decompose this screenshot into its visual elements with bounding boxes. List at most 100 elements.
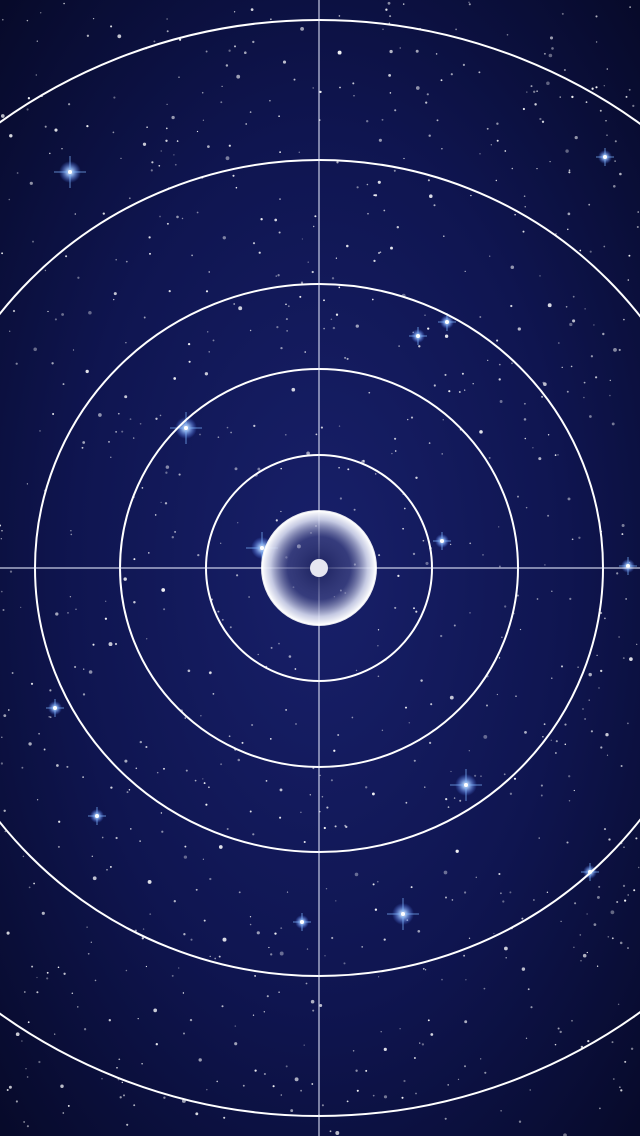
small-star bbox=[26, 19, 29, 22]
small-star bbox=[479, 153, 481, 155]
small-star bbox=[191, 254, 193, 257]
small-star bbox=[394, 606, 397, 609]
small-star bbox=[588, 672, 592, 677]
small-star bbox=[51, 362, 54, 365]
small-star bbox=[523, 402, 526, 405]
small-star bbox=[579, 249, 582, 252]
small-star bbox=[77, 276, 80, 279]
small-star bbox=[63, 972, 66, 975]
small-star bbox=[293, 78, 296, 81]
small-star bbox=[546, 891, 549, 893]
small-star bbox=[347, 468, 350, 471]
small-star bbox=[205, 290, 209, 293]
small-star bbox=[543, 723, 546, 726]
small-star bbox=[344, 356, 347, 359]
small-star bbox=[611, 937, 614, 940]
small-star bbox=[285, 318, 288, 321]
small-star bbox=[480, 1058, 482, 1060]
small-star bbox=[607, 936, 610, 938]
small-star bbox=[63, 2, 65, 5]
small-star bbox=[518, 1120, 522, 1123]
small-star bbox=[605, 120, 607, 122]
small-star bbox=[636, 643, 638, 645]
small-star bbox=[381, 118, 384, 121]
small-star bbox=[595, 15, 598, 18]
small-star bbox=[571, 95, 574, 99]
small-star bbox=[320, 426, 323, 429]
small-star bbox=[67, 611, 69, 614]
small-star bbox=[54, 1033, 56, 1035]
small-star bbox=[233, 11, 236, 13]
small-star bbox=[123, 577, 127, 581]
center-marker[interactable] bbox=[261, 510, 377, 626]
small-star bbox=[278, 115, 280, 118]
star-field-radar bbox=[0, 0, 640, 1136]
small-star bbox=[427, 1019, 430, 1022]
small-star bbox=[555, 740, 558, 743]
small-star bbox=[319, 774, 321, 777]
small-star bbox=[300, 1089, 302, 1092]
small-star bbox=[415, 49, 419, 53]
small-star bbox=[487, 359, 489, 362]
small-star bbox=[46, 971, 49, 974]
small-star bbox=[627, 722, 629, 725]
small-star bbox=[20, 606, 22, 609]
small-star bbox=[22, 855, 25, 858]
small-star bbox=[130, 828, 132, 830]
small-star bbox=[564, 723, 567, 726]
small-star bbox=[278, 642, 280, 645]
small-star bbox=[611, 1041, 614, 1044]
small-star bbox=[408, 722, 411, 724]
small-star bbox=[573, 789, 575, 792]
small-star bbox=[218, 955, 221, 958]
small-star bbox=[590, 730, 593, 733]
small-star bbox=[272, 1085, 275, 1088]
small-star bbox=[569, 322, 573, 327]
small-star bbox=[572, 295, 575, 298]
small-star bbox=[113, 96, 116, 99]
small-star bbox=[443, 870, 448, 875]
small-star bbox=[603, 245, 606, 248]
small-star bbox=[9, 134, 13, 138]
small-star bbox=[574, 135, 578, 140]
small-star bbox=[334, 825, 337, 828]
small-star bbox=[313, 225, 315, 228]
small-star bbox=[225, 156, 230, 161]
small-star bbox=[483, 734, 488, 739]
small-star bbox=[563, 68, 566, 72]
small-star bbox=[496, 339, 499, 342]
small-star bbox=[108, 441, 110, 443]
small-star bbox=[623, 318, 625, 321]
small-star bbox=[570, 365, 573, 368]
small-star bbox=[304, 351, 306, 353]
small-star bbox=[300, 27, 304, 31]
small-star bbox=[440, 79, 443, 82]
small-star bbox=[403, 507, 406, 510]
small-star bbox=[538, 837, 540, 839]
small-star bbox=[114, 642, 118, 646]
small-star bbox=[119, 1096, 122, 1099]
small-star bbox=[33, 347, 37, 352]
small-star bbox=[323, 299, 325, 302]
small-star bbox=[529, 1089, 531, 1091]
small-star bbox=[624, 1060, 627, 1063]
small-star bbox=[257, 467, 261, 471]
small-star bbox=[372, 883, 375, 886]
small-star bbox=[453, 797, 456, 799]
small-star bbox=[15, 1100, 18, 1103]
small-star bbox=[98, 413, 102, 417]
small-star bbox=[108, 642, 113, 647]
small-star bbox=[0, 590, 3, 593]
small-star bbox=[315, 433, 318, 436]
small-star bbox=[496, 693, 499, 696]
small-star bbox=[618, 636, 620, 638]
small-star bbox=[237, 522, 239, 524]
small-star bbox=[549, 160, 551, 163]
small-star bbox=[149, 252, 151, 255]
small-star bbox=[183, 855, 188, 859]
small-star bbox=[115, 431, 117, 433]
small-star bbox=[623, 846, 625, 848]
small-star bbox=[166, 222, 169, 225]
small-star bbox=[217, 436, 220, 439]
small-star bbox=[428, 741, 432, 745]
